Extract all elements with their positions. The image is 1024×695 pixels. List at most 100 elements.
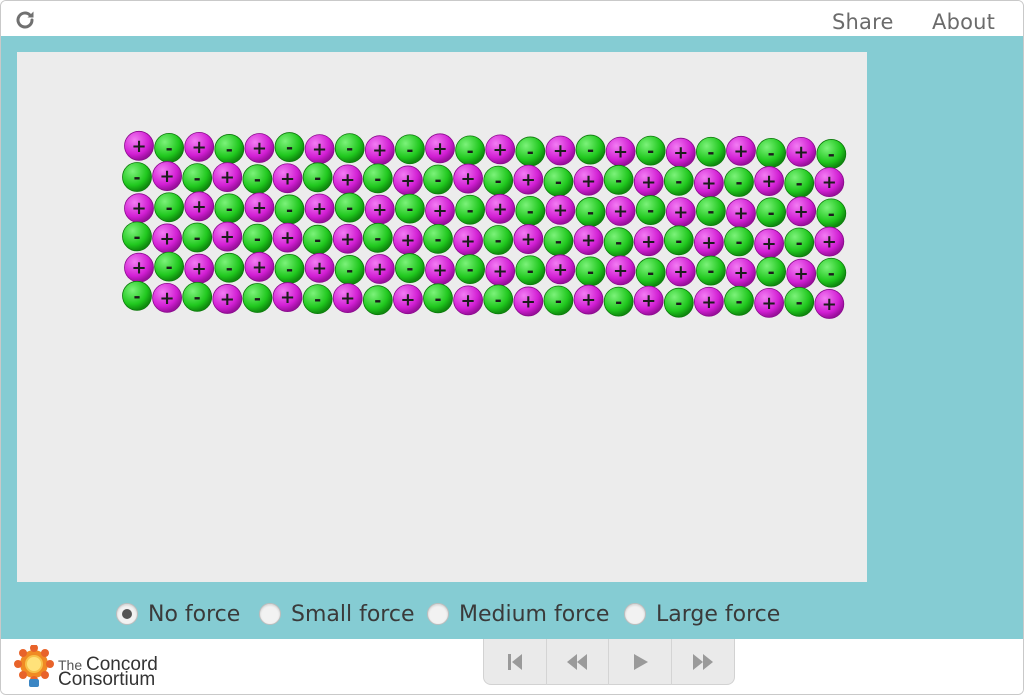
negative-ion[interactable]: - bbox=[182, 163, 213, 193]
negative-ion[interactable]: - bbox=[515, 195, 546, 226]
positive-ion[interactable]: + bbox=[184, 191, 215, 222]
negative-ion[interactable]: - bbox=[274, 194, 305, 225]
positive-ion[interactable]: + bbox=[665, 137, 696, 168]
negative-ion[interactable]: - bbox=[515, 255, 546, 286]
positive-ion[interactable]: + bbox=[152, 223, 183, 254]
negative-ion[interactable]: - bbox=[696, 136, 726, 167]
play-button[interactable] bbox=[609, 639, 672, 685]
negative-ion[interactable]: - bbox=[543, 226, 574, 257]
negative-ion[interactable]: - bbox=[603, 164, 634, 195]
negative-ion[interactable]: - bbox=[543, 166, 574, 197]
positive-ion[interactable]: + bbox=[212, 221, 243, 252]
positive-ion[interactable]: + bbox=[485, 134, 516, 165]
positive-ion[interactable]: + bbox=[754, 166, 784, 196]
reload-icon[interactable] bbox=[13, 8, 37, 32]
radio-no-force[interactable]: No force bbox=[116, 594, 240, 634]
radio-small-force[interactable]: Small force bbox=[259, 594, 415, 634]
positive-ion[interactable]: + bbox=[726, 135, 756, 166]
positive-ion[interactable]: + bbox=[453, 163, 484, 194]
negative-ion[interactable]: - bbox=[756, 256, 786, 287]
negative-ion[interactable]: - bbox=[816, 257, 847, 288]
radio-large-force[interactable]: Large force bbox=[624, 594, 780, 634]
negative-ion[interactable]: - bbox=[214, 134, 245, 164]
negative-ion[interactable]: - bbox=[334, 192, 365, 223]
negative-ion[interactable]: - bbox=[122, 162, 152, 192]
negative-ion[interactable]: - bbox=[816, 198, 847, 229]
radio-button[interactable] bbox=[116, 603, 138, 625]
negative-ion[interactable]: - bbox=[274, 132, 305, 162]
reset-button[interactable] bbox=[484, 639, 547, 685]
positive-ion[interactable]: + bbox=[545, 254, 576, 285]
positive-ion[interactable]: + bbox=[754, 228, 784, 259]
positive-ion[interactable]: + bbox=[633, 285, 664, 316]
negative-ion[interactable]: - bbox=[816, 139, 847, 169]
negative-ion[interactable]: - bbox=[724, 167, 754, 197]
positive-ion[interactable]: + bbox=[304, 252, 335, 283]
positive-ion[interactable]: + bbox=[573, 225, 604, 256]
positive-ion[interactable]: + bbox=[485, 193, 516, 224]
positive-ion[interactable]: + bbox=[545, 194, 576, 225]
negative-ion[interactable]: - bbox=[663, 165, 694, 196]
positive-ion[interactable]: + bbox=[272, 163, 303, 194]
negative-ion[interactable]: - bbox=[696, 196, 726, 227]
negative-ion[interactable]: - bbox=[663, 287, 694, 318]
positive-ion[interactable]: + bbox=[332, 283, 363, 314]
negative-ion[interactable]: - bbox=[122, 221, 152, 252]
positive-ion[interactable]: + bbox=[633, 226, 664, 257]
negative-ion[interactable]: - bbox=[214, 252, 245, 283]
step-back-button[interactable] bbox=[547, 639, 609, 685]
positive-ion[interactable]: + bbox=[392, 165, 423, 196]
positive-ion[interactable]: + bbox=[665, 256, 696, 287]
positive-ion[interactable]: + bbox=[304, 193, 335, 224]
negative-ion[interactable]: - bbox=[483, 165, 514, 196]
positive-ion[interactable]: + bbox=[364, 254, 395, 284]
positive-ion[interactable]: + bbox=[392, 224, 423, 255]
negative-ion[interactable]: - bbox=[242, 164, 273, 195]
negative-ion[interactable]: - bbox=[483, 225, 514, 255]
negative-ion[interactable]: - bbox=[334, 255, 365, 285]
about-link[interactable]: About bbox=[932, 10, 995, 34]
positive-ion[interactable]: + bbox=[513, 286, 544, 317]
positive-ion[interactable]: + bbox=[184, 132, 215, 162]
negative-ion[interactable]: - bbox=[394, 193, 425, 224]
negative-ion[interactable]: - bbox=[182, 222, 213, 253]
positive-ion[interactable]: + bbox=[573, 165, 604, 196]
negative-ion[interactable]: - bbox=[242, 223, 273, 254]
positive-ion[interactable]: + bbox=[605, 196, 636, 226]
negative-ion[interactable]: - bbox=[154, 132, 185, 163]
negative-ion[interactable]: - bbox=[784, 168, 815, 199]
positive-ion[interactable]: + bbox=[152, 282, 183, 313]
positive-ion[interactable]: + bbox=[573, 284, 604, 315]
positive-ion[interactable]: + bbox=[814, 167, 845, 198]
radio-button[interactable] bbox=[427, 603, 449, 625]
negative-ion[interactable]: - bbox=[334, 133, 365, 164]
positive-ion[interactable]: + bbox=[152, 161, 183, 191]
positive-ion[interactable]: + bbox=[605, 255, 636, 286]
positive-ion[interactable]: + bbox=[425, 133, 455, 164]
positive-ion[interactable]: + bbox=[513, 224, 544, 254]
positive-ion[interactable]: + bbox=[485, 256, 516, 287]
negative-ion[interactable]: - bbox=[455, 194, 486, 225]
positive-ion[interactable]: + bbox=[212, 162, 243, 193]
positive-ion[interactable]: + bbox=[726, 257, 756, 288]
negative-ion[interactable]: - bbox=[575, 256, 606, 287]
positive-ion[interactable]: + bbox=[184, 253, 215, 284]
negative-ion[interactable]: - bbox=[423, 283, 453, 314]
negative-ion[interactable]: - bbox=[362, 222, 393, 253]
negative-ion[interactable]: - bbox=[455, 254, 486, 285]
positive-ion[interactable]: + bbox=[453, 226, 484, 256]
positive-ion[interactable]: + bbox=[453, 285, 484, 316]
positive-ion[interactable]: + bbox=[272, 222, 303, 253]
step-forward-button[interactable] bbox=[672, 639, 735, 685]
positive-ion[interactable]: + bbox=[392, 284, 423, 315]
radio-button[interactable] bbox=[259, 603, 281, 625]
negative-ion[interactable]: - bbox=[756, 137, 786, 168]
positive-ion[interactable]: + bbox=[605, 136, 636, 167]
share-link[interactable]: Share bbox=[832, 10, 894, 34]
negative-ion[interactable]: - bbox=[394, 134, 425, 165]
positive-ion[interactable]: + bbox=[244, 251, 275, 282]
negative-ion[interactable]: - bbox=[603, 286, 634, 317]
positive-ion[interactable]: + bbox=[272, 282, 303, 312]
negative-ion[interactable]: - bbox=[182, 281, 213, 312]
negative-ion[interactable]: - bbox=[302, 224, 333, 255]
